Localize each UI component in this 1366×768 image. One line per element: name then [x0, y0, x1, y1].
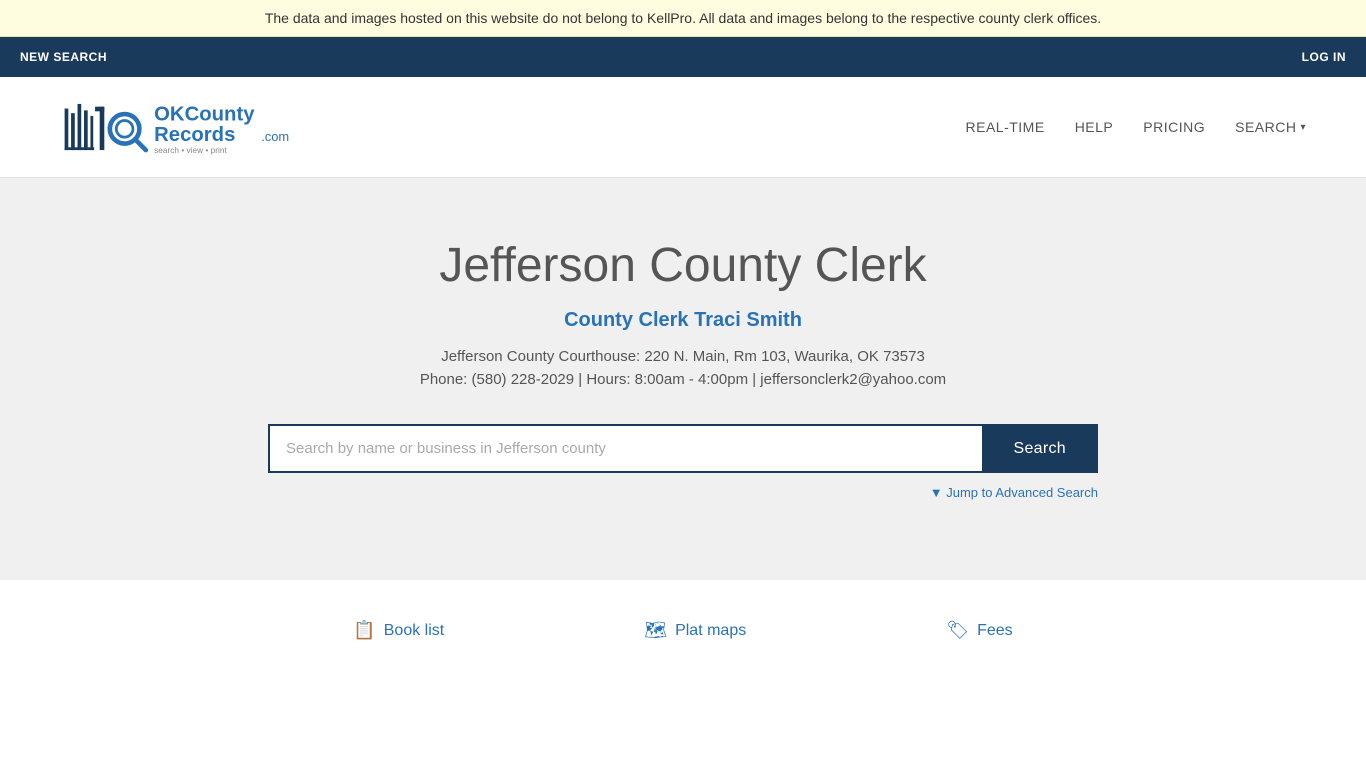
footer-link-label: Fees	[977, 622, 1013, 640]
realtime-nav-link[interactable]: REAL-TIME	[966, 119, 1045, 135]
chevron-down-icon: ▾	[1300, 122, 1306, 133]
top-nav: NEW SEARCH LOG IN	[0, 37, 1366, 77]
footer-links-section: 📋 Book list 🗺 Plat maps 🏷 Fees	[0, 580, 1366, 681]
search-bar: Search	[268, 424, 1098, 473]
banner-text: The data and images hosted on this websi…	[265, 10, 1101, 26]
footer-link-icon: 🏷	[946, 620, 969, 641]
help-nav-link[interactable]: HELP	[1075, 119, 1114, 135]
advanced-search-link[interactable]: ▼ Jump to Advanced Search	[930, 485, 1098, 500]
office-address: Jefferson County Courthouse: 220 N. Main…	[20, 348, 1346, 365]
county-title: Jefferson County Clerk	[20, 238, 1346, 293]
footer-link-icon: 🗺	[644, 620, 667, 641]
contact-info: Phone: (580) 228-2029 | Hours: 8:00am - …	[20, 371, 1346, 388]
hero-section: Jefferson County Clerk County Clerk Trac…	[0, 178, 1366, 580]
footer-link-fees[interactable]: 🏷 Fees	[946, 620, 1012, 641]
main-nav: REAL-TIME HELP PRICING SEARCH ▾	[966, 119, 1307, 135]
search-nav-label: SEARCH	[1235, 119, 1296, 135]
search-input[interactable]	[268, 424, 982, 473]
clerk-name: County Clerk Traci Smith	[20, 309, 1346, 332]
footer-link-label: Book list	[384, 622, 444, 640]
footer-link-icon: 📋	[353, 620, 375, 641]
search-nav-dropdown[interactable]: SEARCH ▾	[1235, 119, 1306, 135]
footer-link-book-list[interactable]: 📋 Book list	[353, 620, 444, 641]
new-search-link[interactable]: NEW SEARCH	[20, 50, 107, 64]
svg-text:search • view • print: search • view • print	[154, 145, 227, 155]
site-logo: OKCounty Records .com search • view • pr…	[60, 92, 300, 162]
footer-link-plat-maps[interactable]: 🗺 Plat maps	[644, 620, 746, 641]
search-button[interactable]: Search	[982, 424, 1099, 473]
advanced-search-area: ▼ Jump to Advanced Search	[268, 485, 1098, 500]
login-link[interactable]: LOG IN	[1302, 50, 1346, 64]
svg-text:Records: Records	[154, 124, 235, 146]
site-header: OKCounty Records .com search • view • pr…	[0, 77, 1366, 178]
footer-link-label: Plat maps	[675, 622, 746, 640]
notice-banner: The data and images hosted on this websi…	[0, 0, 1366, 37]
svg-text:.com: .com	[261, 129, 289, 144]
svg-text:OKCounty: OKCounty	[154, 104, 255, 126]
pricing-nav-link[interactable]: PRICING	[1143, 119, 1205, 135]
logo-area: OKCounty Records .com search • view • pr…	[60, 92, 300, 162]
